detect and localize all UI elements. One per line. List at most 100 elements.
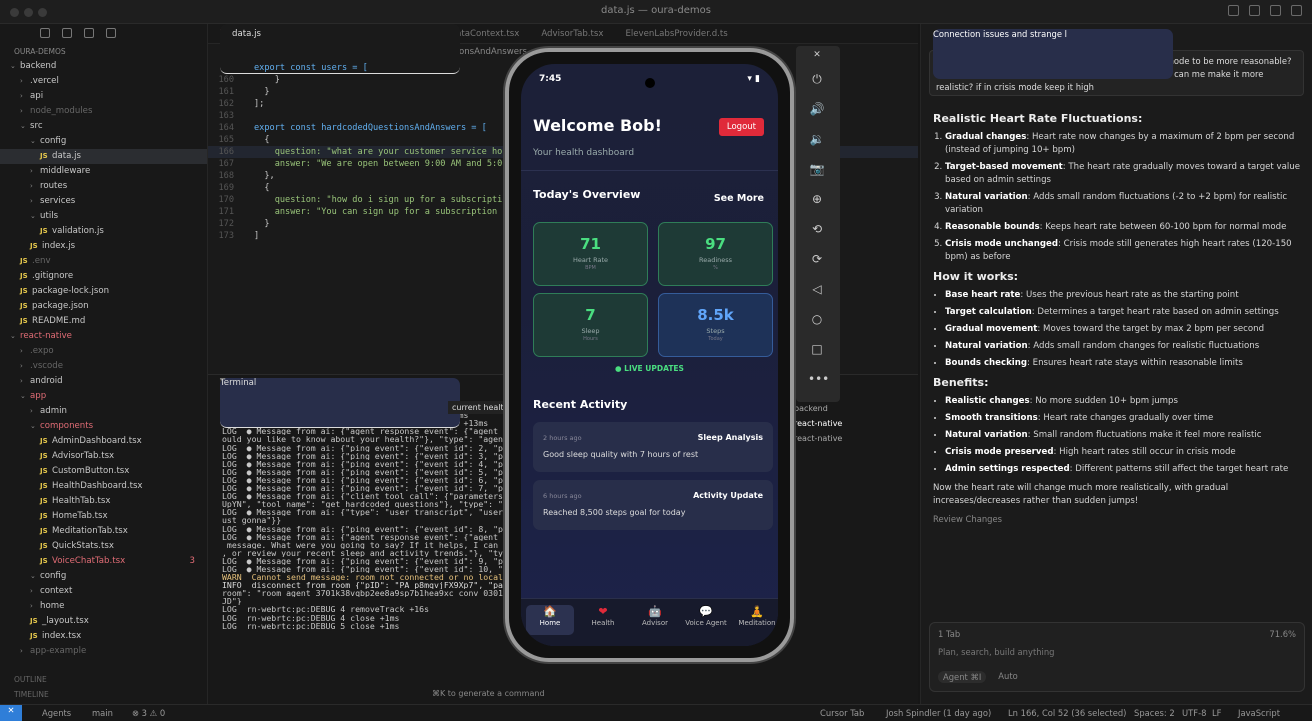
settings-icon[interactable]	[1291, 5, 1302, 16]
tree-item[interactable]: › app-example	[0, 644, 207, 659]
tree-item[interactable]: ⌄ app	[0, 389, 207, 404]
tree-item[interactable]: › routes	[0, 179, 207, 194]
tree-item[interactable]: JS HomeTab.tsx	[0, 509, 207, 524]
volume-down-icon[interactable]: 🔉	[808, 130, 826, 148]
tree-item[interactable]: JS .gitignore	[0, 269, 207, 284]
emulator-close-icon[interactable]: ✕	[808, 46, 826, 64]
tree-item[interactable]: JS VoiceChatTab.tsx 3	[0, 554, 207, 569]
power-icon[interactable]: ⏻	[808, 70, 826, 88]
tree-item[interactable]: › .vscode	[0, 359, 207, 374]
heart-rate-card[interactable]: 71 Heart Rate BPM	[533, 222, 648, 286]
tree-item[interactable]: ⌄ config	[0, 134, 207, 149]
rotate-right-icon[interactable]: ⟳	[808, 250, 826, 268]
tree-item[interactable]: › api	[0, 89, 207, 104]
cursor-position[interactable]: Ln 166, Col 52 (36 selected)	[1008, 708, 1126, 718]
nav-health[interactable]: ❤ Health	[579, 605, 627, 627]
tree-item[interactable]: JS .env	[0, 254, 207, 269]
encoding[interactable]: UTF-8	[1182, 708, 1206, 718]
activity-item-sleep[interactable]: 2 hours ago Sleep Analysis Good sleep qual…	[533, 422, 773, 472]
problems-count[interactable]: ⊗ 3 ⚠ 0	[132, 708, 165, 718]
outline-section[interactable]: OUTLINE	[0, 672, 207, 687]
tree-item[interactable]: JS validation.js	[0, 224, 207, 239]
tree-item[interactable]: › home	[0, 599, 207, 614]
toggle-sidebar-icon[interactable]	[1228, 5, 1239, 16]
agent-mode-select[interactable]: Agent ⌘I	[938, 671, 987, 683]
home-icon[interactable]: ○	[808, 310, 826, 328]
zoom-icon[interactable]: ⊕	[808, 190, 826, 208]
tree-item[interactable]: JS index.tsx	[0, 629, 207, 644]
see-more-link[interactable]: See More	[714, 193, 764, 204]
tree-item[interactable]: ⌄ utils	[0, 209, 207, 224]
fluctuations-list: Gradual changes: Heart rate now changes …	[933, 131, 1300, 264]
tree-item[interactable]: JS HealthTab.tsx	[0, 494, 207, 509]
tree-item[interactable]: › android	[0, 374, 207, 389]
chat-input-box[interactable]: 1 Tab 71.6% Plan, search, build anything …	[929, 622, 1305, 692]
logout-button[interactable]: Logout	[718, 118, 764, 136]
editor-tab[interactable]: AdvisorTab.tsx	[529, 24, 613, 43]
nav-home[interactable]: 🏠 Home	[526, 605, 574, 635]
tree-item[interactable]: ⌄ src	[0, 119, 207, 134]
review-changes-button[interactable]: Review Changes	[921, 508, 1312, 530]
agents-status[interactable]: Agents	[42, 708, 71, 718]
nav-voice-agent[interactable]: 💬 Voice Agent	[682, 605, 730, 627]
tree-item[interactable]: › services	[0, 194, 207, 209]
git-branch[interactable]: main	[92, 708, 113, 718]
tree-item[interactable]: ⌄ backend	[0, 59, 207, 74]
terminal-tab-label[interactable]: current health	[448, 401, 513, 414]
more-icon[interactable]: •••	[808, 370, 829, 388]
tree-item[interactable]: JS MeditationTab.tsx	[0, 524, 207, 539]
source-control-icon[interactable]	[84, 28, 94, 38]
tree-item[interactable]: › .vercel	[0, 74, 207, 89]
tree-item[interactable]: › admin	[0, 404, 207, 419]
language-mode[interactable]: JavaScript	[1238, 708, 1280, 718]
toggle-chat-icon[interactable]	[1270, 5, 1281, 16]
toggle-panel-icon[interactable]	[1249, 5, 1260, 16]
search-icon[interactable]	[62, 28, 72, 38]
chat-tab[interactable]: Connection issues and strange l	[933, 29, 1173, 79]
tree-item[interactable]: JS package.json	[0, 299, 207, 314]
cursor-tab-status[interactable]: Cursor Tab	[820, 708, 864, 718]
tree-item[interactable]: ⌄ config	[0, 569, 207, 584]
timeline-section[interactable]: TIMELINE	[0, 687, 207, 702]
tree-item[interactable]: JS data.js	[0, 149, 207, 164]
tree-item[interactable]: JS README.md	[0, 314, 207, 329]
volume-up-icon[interactable]: 🔊	[808, 100, 826, 118]
sleep-card[interactable]: 7 Sleep Hours	[533, 293, 648, 357]
activity-item-steps[interactable]: 6 hours ago Activity Update Reached 8,500 …	[533, 480, 773, 530]
tree-item[interactable]: ⌄ react-native	[0, 329, 207, 344]
git-blame[interactable]: Josh Spindler (1 day ago)	[886, 708, 991, 718]
tree-item[interactable]: JS package-lock.json	[0, 284, 207, 299]
panel-tab[interactable]: Terminal	[220, 378, 460, 428]
tree-item[interactable]: › node_modules	[0, 104, 207, 119]
terminal-instance[interactable]: react-native	[794, 416, 842, 431]
tree-item[interactable]: JS HealthDashboard.tsx	[0, 479, 207, 494]
camera-icon[interactable]: 📷	[808, 160, 826, 178]
tree-item[interactable]: JS AdminDashboard.tsx	[0, 434, 207, 449]
tree-item[interactable]: JS QuickStats.tsx	[0, 539, 207, 554]
line-ending[interactable]: LF	[1212, 708, 1221, 718]
tree-item[interactable]: › context	[0, 584, 207, 599]
tree-item[interactable]: › middleware	[0, 164, 207, 179]
tree-item[interactable]: JS _layout.tsx	[0, 614, 207, 629]
readiness-card[interactable]: 97 Readiness%	[658, 222, 773, 286]
extensions-icon[interactable]	[106, 28, 116, 38]
editor-tab[interactable]: ElevenLabsProvider.d.ts	[613, 24, 737, 43]
tree-item[interactable]: ⌄ components	[0, 419, 207, 434]
tree-item[interactable]: › .expo	[0, 344, 207, 359]
tree-item[interactable]: JS CustomButton.tsx	[0, 464, 207, 479]
tree-item[interactable]: JS AdvisorTab.tsx	[0, 449, 207, 464]
files-icon[interactable]	[40, 28, 50, 38]
back-icon[interactable]: ◁	[808, 280, 826, 298]
indentation[interactable]: Spaces: 2	[1134, 708, 1175, 718]
remote-icon[interactable]: ✕	[0, 705, 22, 721]
terminal-instance[interactable]: react-native	[794, 431, 842, 446]
auto-model-select[interactable]: Auto	[998, 671, 1017, 683]
nav-advisor[interactable]: 🤖 Advisor	[631, 605, 679, 627]
chat-input[interactable]: Plan, search, build anything	[938, 647, 1296, 657]
tree-item[interactable]: JS index.js	[0, 239, 207, 254]
rotate-left-icon[interactable]: ⟲	[808, 220, 826, 238]
overview-icon[interactable]: □	[808, 340, 826, 358]
nav-meditation[interactable]: 🧘 Meditation	[733, 605, 778, 627]
steps-card[interactable]: 8.5k Steps Today	[658, 293, 773, 357]
terminal-instance[interactable]: backend	[794, 401, 842, 416]
